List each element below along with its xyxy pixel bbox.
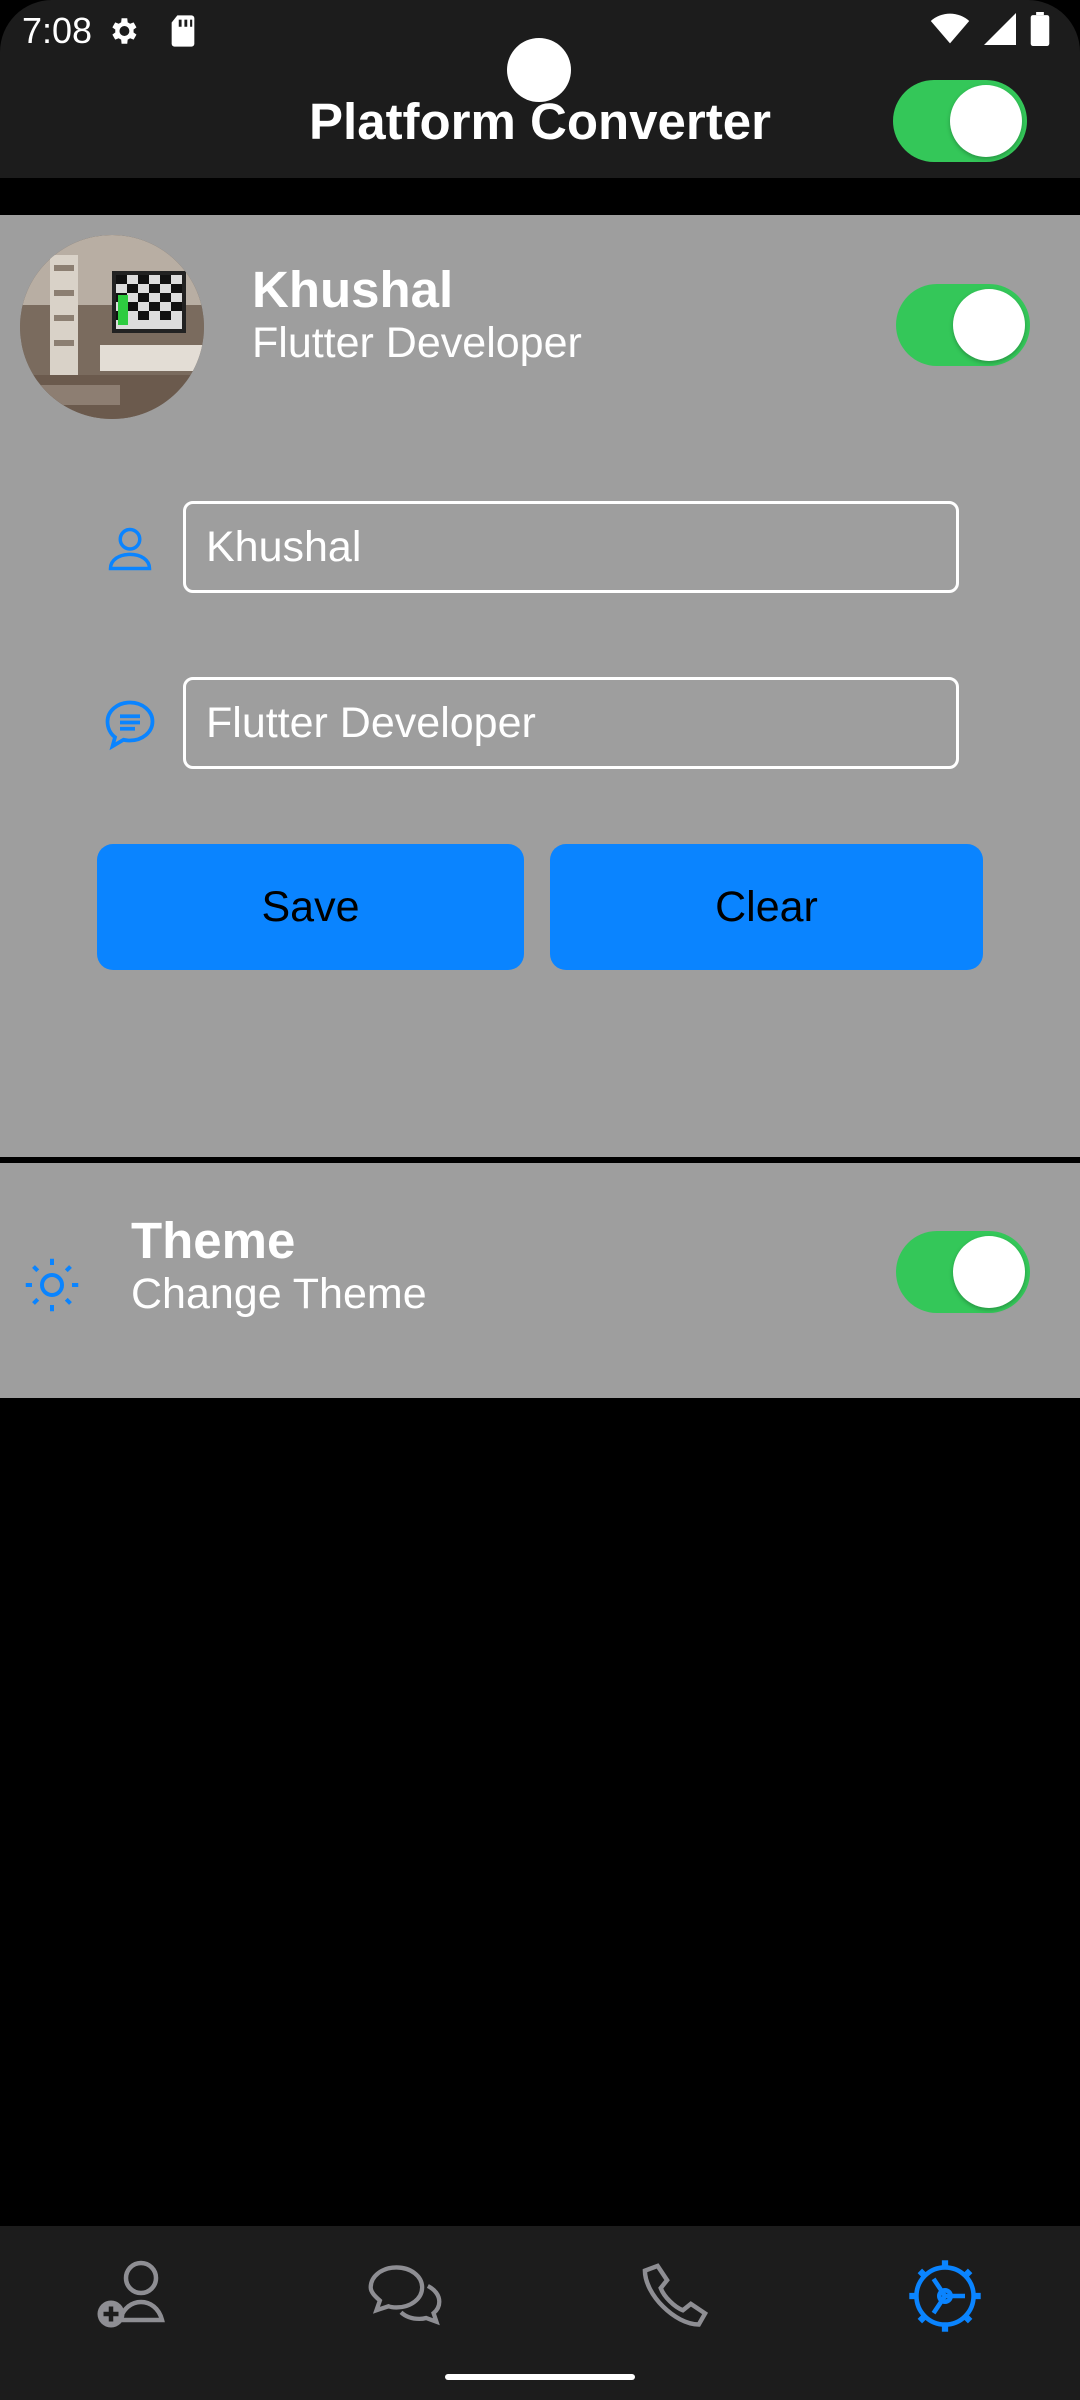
settings-icon xyxy=(905,2256,985,2341)
theme-panel: Theme Change Theme xyxy=(0,1163,1080,1398)
signal-icon xyxy=(984,13,1016,50)
sun-icon xyxy=(22,1255,82,1320)
profile-name: Khushal xyxy=(252,261,454,318)
profile-subtitle: Flutter Developer xyxy=(252,319,582,367)
toggle-knob xyxy=(953,289,1025,361)
clear-button[interactable]: Clear xyxy=(550,844,983,970)
camera-cutout xyxy=(507,38,571,102)
theme-subtitle: Change Theme xyxy=(131,1270,427,1318)
status-time: 7:08 xyxy=(22,10,93,51)
platform-toggle[interactable] xyxy=(893,80,1027,162)
nav-chats[interactable] xyxy=(350,2248,460,2348)
phone-icon xyxy=(637,2258,713,2339)
add-contact-icon xyxy=(93,2254,177,2343)
name-field[interactable] xyxy=(183,501,959,593)
chats-icon xyxy=(365,2256,445,2341)
profile-panel: Khushal Flutter Developer Save Clear xyxy=(0,215,1080,1157)
chat-bubble-icon xyxy=(100,695,160,760)
save-button[interactable]: Save xyxy=(97,844,524,970)
nav-settings[interactable] xyxy=(890,2248,1000,2348)
wifi-icon xyxy=(930,13,970,50)
toggle-knob xyxy=(953,1236,1025,1308)
avatar[interactable] xyxy=(20,235,204,419)
nav-calls[interactable] xyxy=(620,2248,730,2348)
theme-title: Theme xyxy=(131,1212,296,1269)
battery-icon xyxy=(1030,12,1050,51)
sd-card-icon xyxy=(168,14,198,53)
toggle-knob xyxy=(950,85,1022,157)
home-indicator[interactable] xyxy=(445,2374,635,2380)
bio-field[interactable] xyxy=(183,677,959,769)
nav-add-contact[interactable] xyxy=(80,2248,190,2348)
person-icon xyxy=(104,523,156,580)
theme-toggle[interactable] xyxy=(896,1231,1030,1313)
gear-icon xyxy=(106,14,140,53)
profile-toggle[interactable] xyxy=(896,284,1030,366)
